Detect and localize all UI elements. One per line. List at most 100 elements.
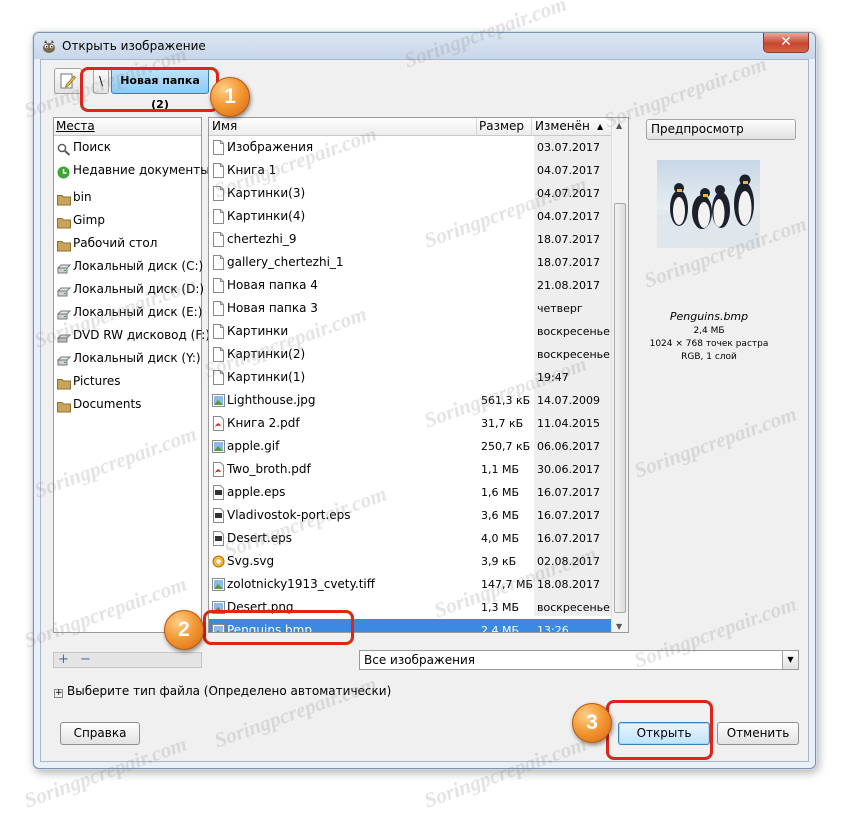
column-size-header[interactable]: Размер — [479, 119, 524, 133]
file-name: Новая папка 3 — [227, 301, 318, 315]
file-row[interactable]: Изображения 03.07.2017 — [209, 136, 612, 159]
drive-icon — [56, 260, 72, 274]
file-row[interactable]: Новая папка 4 21.08.2017 — [209, 274, 612, 297]
preview-color-mode: RGB, 1 слой — [681, 352, 737, 362]
file-size: 2,4 МБ — [481, 624, 520, 633]
file-modified: воскресенье — [537, 601, 610, 614]
file-row[interactable]: Книга 1 04.07.2017 — [209, 159, 612, 182]
file-modified: 14.07.2009 — [537, 394, 600, 407]
file-modified: 19:47 — [537, 371, 569, 384]
file-name: chertezhi_9 — [227, 232, 297, 246]
add-bookmark-button[interactable]: + — [58, 653, 69, 667]
step1-highlight — [80, 67, 219, 112]
help-button[interactable]: Справка — [60, 722, 140, 745]
file-row[interactable]: Two_broth.pdf 1,1 МБ 30.06.2017 — [209, 458, 612, 481]
scroll-down-icon[interactable]: ▼ — [616, 622, 622, 631]
place-item[interactable]: Поиск — [54, 136, 201, 159]
dvd-icon — [56, 329, 72, 343]
dialog-body: \ Новая папка (2) Места Поиск Недавние до… — [40, 59, 809, 762]
file-type-expander[interactable]: + Выберите тип файла (Определено автомати… — [54, 684, 391, 698]
place-item[interactable]: Локальный диск (E:) — [54, 301, 202, 324]
file-name: Картинки(1) — [227, 370, 306, 384]
file-row[interactable]: Svg.svg 3,9 кБ 02.08.2017 — [209, 550, 612, 573]
file-row[interactable]: gallery_chertezhi_1 18.07.2017 — [209, 251, 612, 274]
file-row[interactable]: Картинки(3) 04.07.2017 — [209, 182, 612, 205]
dropdown-arrow-icon[interactable]: ▼ — [782, 651, 798, 669]
place-item[interactable]: Недавние документы — [54, 159, 210, 182]
file-modified: 18.07.2017 — [537, 256, 600, 269]
place-item[interactable]: Рабочий стол — [54, 232, 201, 255]
places-add-remove-bar: + − — [53, 652, 202, 668]
file-row[interactable]: Картинки воскресенье — [209, 320, 612, 343]
file-row[interactable]: zolotnicky1913_cvety.tiff 147,7 МБ 18.08.2… — [209, 573, 612, 596]
remove-bookmark-button[interactable]: − — [80, 653, 91, 667]
scrollbar-thumb[interactable] — [614, 203, 626, 613]
folder-icon — [212, 301, 225, 316]
place-item[interactable]: DVD RW дисковод (F:) — [54, 324, 210, 347]
column-separator — [531, 118, 532, 136]
folder-icon — [57, 214, 71, 229]
file-row[interactable]: Книга 2.pdf 31,7 кБ 11.04.2015 — [209, 412, 612, 435]
pencil-icon — [60, 73, 76, 89]
file-row[interactable]: apple.eps 1,6 МБ 16.07.2017 — [209, 481, 612, 504]
file-size: 3,6 МБ — [481, 509, 520, 522]
folder-icon — [57, 398, 71, 413]
place-item[interactable]: bin — [54, 186, 201, 209]
place-item[interactable]: Локальный диск (D:) — [54, 278, 204, 301]
file-row[interactable]: Картинки(1) 19:47 — [209, 366, 612, 389]
preview-thumbnail — [657, 160, 760, 248]
scroll-up-icon[interactable]: ▲ — [616, 121, 622, 130]
file-size: 31,7 кБ — [481, 417, 524, 430]
close-button[interactable]: ✕ — [763, 33, 809, 53]
step1-badge: 1 — [210, 77, 250, 117]
file-filter-select[interactable]: Все изображения ▼ — [359, 650, 799, 670]
file-row[interactable]: Lighthouse.jpg 561,3 кБ 14.07.2009 — [209, 389, 612, 412]
image-icon — [212, 439, 225, 454]
file-modified: 21.08.2017 — [537, 279, 600, 292]
eps-icon — [212, 508, 225, 523]
file-size: 1,1 МБ — [481, 463, 520, 476]
column-modified-header[interactable]: Изменён — [535, 119, 590, 133]
folder-icon — [212, 278, 225, 293]
file-modified: 02.08.2017 — [537, 555, 600, 568]
file-size: 561,3 кБ — [481, 394, 531, 407]
drive-icon — [56, 352, 72, 366]
place-item-label: Gimp — [73, 213, 105, 227]
column-separator — [476, 118, 477, 136]
file-name: Книга 1 — [227, 163, 277, 177]
file-row[interactable]: Картинки(2) воскресенье — [209, 343, 612, 366]
file-modified: 04.07.2017 — [537, 164, 600, 177]
folder-icon — [57, 237, 71, 252]
file-modified: 18.08.2017 — [537, 578, 600, 591]
step3-highlight — [606, 700, 713, 760]
file-name: Картинки(4) — [227, 209, 306, 223]
file-row[interactable]: Vladivostok-port.eps 3,6 МБ 16.07.2017 — [209, 504, 612, 527]
cancel-button[interactable]: Отменить — [717, 722, 799, 745]
column-name-header[interactable]: Имя — [212, 119, 237, 133]
file-row[interactable]: Картинки(4) 04.07.2017 — [209, 205, 612, 228]
place-item[interactable]: Локальный диск (C:) — [54, 255, 203, 278]
file-row[interactable]: Новая папка 3 четверг — [209, 297, 612, 320]
place-item-label: DVD RW дисковод (F:) — [73, 328, 211, 342]
search-icon — [57, 141, 71, 156]
preview-button[interactable]: Предпросмотр — [646, 119, 796, 140]
file-row[interactable]: apple.gif 250,7 кБ 06.06.2017 — [209, 435, 612, 458]
places-header[interactable]: Места — [54, 118, 201, 136]
file-row[interactable]: chertezhi_9 18.07.2017 — [209, 228, 612, 251]
expand-plus-icon[interactable]: + — [54, 689, 63, 698]
file-size: 1,3 МБ — [481, 601, 520, 614]
file-row[interactable]: Desert.eps 4,0 МБ 16.07.2017 — [209, 527, 612, 550]
place-item[interactable]: Pictures — [54, 370, 201, 393]
sort-desc-icon: ▲ — [597, 122, 604, 131]
file-name: Изображения — [227, 140, 314, 154]
file-size: 1,6 МБ — [481, 486, 520, 499]
vertical-scrollbar[interactable]: ▲ ▼ — [611, 118, 628, 632]
place-item[interactable]: Gimp — [54, 209, 201, 232]
file-modified: 04.07.2017 — [537, 187, 600, 200]
place-item[interactable]: Локальный диск (Y:) — [54, 347, 201, 370]
type-location-button[interactable] — [54, 68, 82, 94]
file-name: Lighthouse.jpg — [227, 393, 316, 407]
pdf-icon — [212, 416, 225, 431]
gimp-icon — [43, 40, 55, 53]
place-item[interactable]: Documents — [54, 393, 201, 416]
